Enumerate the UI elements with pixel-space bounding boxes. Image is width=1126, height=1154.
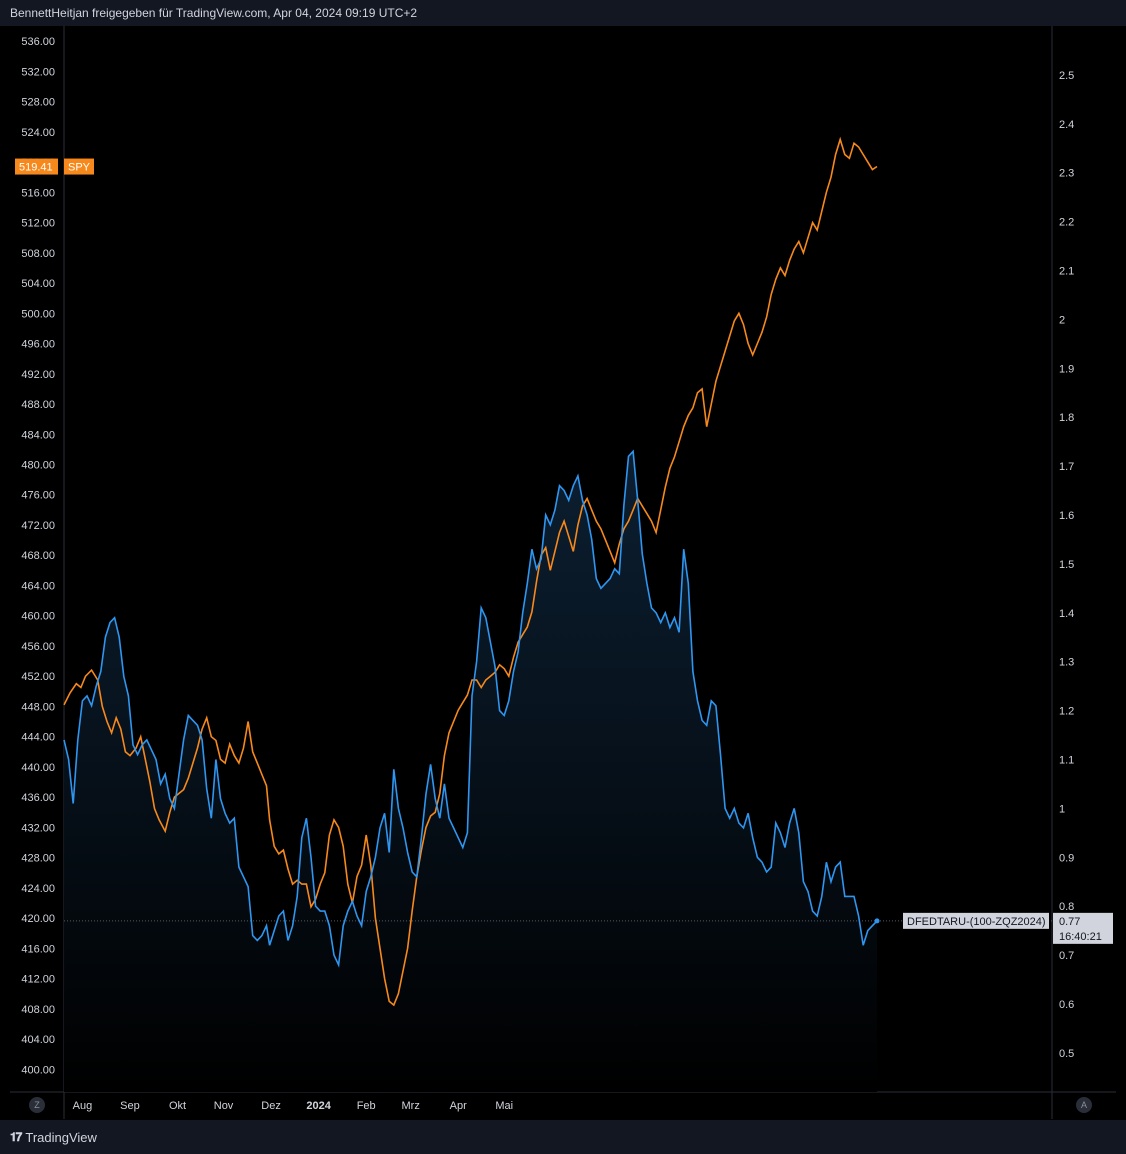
dfedtaru-last-point [874,918,880,924]
dfedtaru-value-tag: 0.77 [1059,916,1080,928]
right-tick-label: 0.8 [1059,901,1074,913]
brand-label: TradingView [25,1130,97,1145]
right-tick-label: 2.2 [1059,217,1074,229]
left-tick-label: 432.00 [21,822,55,834]
x-tick-label: Nov [214,1100,234,1112]
left-tick-label: 428.00 [21,853,55,865]
zoom-scale-label: Z [34,1100,40,1110]
tradingview-brand[interactable]: 𝟏𝟕 TradingView [10,1130,97,1145]
right-tick-label: 2 [1059,314,1065,326]
right-tick-label: 1 [1059,803,1065,815]
left-tick-label: 528.00 [21,97,55,109]
left-tick-label: 452.00 [21,671,55,683]
left-tick-label: 524.00 [21,127,55,139]
share-header-text: BennettHeitjan freigegeben für TradingVi… [10,6,418,20]
right-tick-label: 1.9 [1059,363,1074,375]
left-tick-label: 400.00 [21,1064,55,1076]
left-tick-label: 460.00 [21,611,55,623]
x-tick-label: Okt [169,1100,186,1112]
spy-name-tag: SPY [68,162,91,174]
tradingview-logo-icon: 𝟏𝟕 [10,1130,22,1144]
left-tick-label: 512.00 [21,218,55,230]
footer: 𝟏𝟕 TradingView [0,1120,1126,1154]
left-tick-label: 420.00 [21,913,55,925]
price-chart[interactable]: 400.00 404.00 408.00 412.00 416.00 420.00 424.… [10,26,1116,1119]
right-tick-label: 0.6 [1059,999,1074,1011]
right-tick-label: 0.9 [1059,852,1074,864]
left-tick-label: 412.00 [21,974,55,986]
chart-frame[interactable]: 400.00 404.00 408.00 412.00 416.00 420.00 424.… [10,26,1116,1119]
auto-scale-label: A [1081,1100,1087,1110]
right-tick-label: 1.2 [1059,706,1074,718]
right-tick-label: 1.4 [1059,608,1074,620]
left-tick-label: 464.00 [21,580,55,592]
dfedtaru-countdown: 16:40:21 [1059,931,1102,943]
right-tick-label: 2.3 [1059,168,1074,180]
left-tick-label: 504.00 [21,278,55,290]
left-tick-label: 468.00 [21,550,55,562]
dfedtaru-name-tag: DFEDTARU-(100-ZQZ2024) [907,916,1046,928]
right-tick-label: 1.7 [1059,461,1074,473]
left-tick-label: 496.00 [21,339,55,351]
right-tick-label: 2.5 [1059,70,1074,82]
left-tick-label: 404.00 [21,1034,55,1046]
left-tick-label: 492.00 [21,369,55,381]
left-tick-label: 416.00 [21,943,55,955]
x-tick-label: Mrz [402,1100,420,1112]
x-tick-label: Aug [73,1100,93,1112]
left-tick-label: 516.00 [21,187,55,199]
left-tick-label: 408.00 [21,1004,55,1016]
x-tick-label: 2024 [306,1100,331,1112]
left-tick-label: 536.00 [21,36,55,48]
left-tick-label: 488.00 [21,399,55,411]
left-tick-label: 448.00 [21,701,55,713]
left-tick-label: 500.00 [21,308,55,320]
right-tick-label: 2.4 [1059,119,1074,131]
left-tick-label: 444.00 [21,732,55,744]
right-tick-label: 2.1 [1059,265,1074,277]
right-tick-label: 1.5 [1059,559,1074,571]
right-tick-label: 1.6 [1059,510,1074,522]
left-tick-label: 480.00 [21,459,55,471]
x-tick-label: Apr [450,1100,467,1112]
right-tick-label: 1.8 [1059,412,1074,424]
x-tick-label: Sep [120,1100,140,1112]
left-tick-label: 532.00 [21,66,55,78]
spy-value-tag: 519.41 [19,162,53,174]
left-tick-label: 484.00 [21,429,55,441]
share-header: BennettHeitjan freigegeben für TradingVi… [0,0,1126,26]
left-tick-label: 508.00 [21,248,55,260]
right-tick-label: 0.5 [1059,1048,1074,1060]
dfedtaru-area [64,451,877,1092]
x-tick-label: Feb [357,1100,376,1112]
x-tick-label: Mai [495,1100,513,1112]
right-tick-label: 0.7 [1059,950,1074,962]
right-tick-label: 1.3 [1059,657,1074,669]
left-tick-label: 456.00 [21,641,55,653]
left-tick-label: 472.00 [21,520,55,532]
left-tick-label: 436.00 [21,792,55,804]
left-tick-label: 476.00 [21,490,55,502]
left-tick-label: 424.00 [21,883,55,895]
x-tick-label: Dez [261,1100,281,1112]
left-tick-label: 440.00 [21,762,55,774]
right-tick-label: 1.1 [1059,754,1074,766]
